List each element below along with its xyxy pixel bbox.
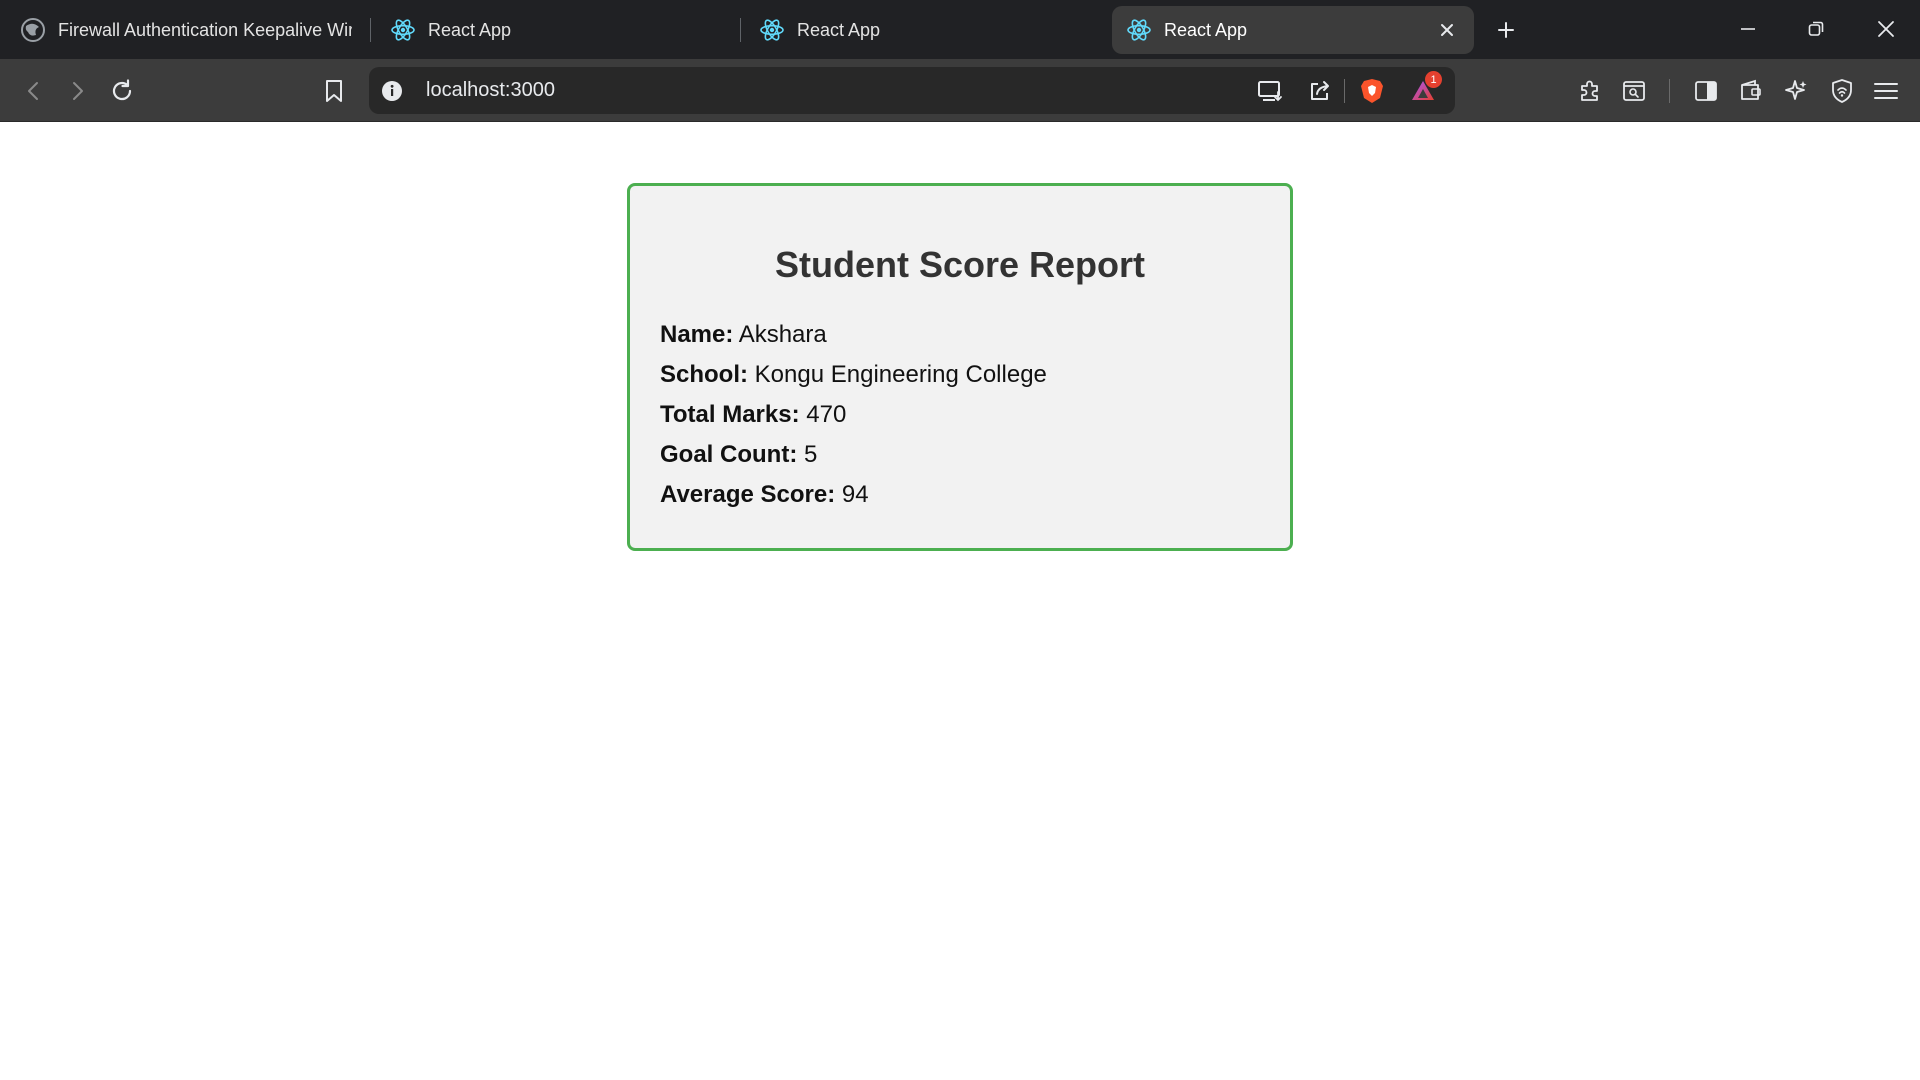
report-field-goal-count: Goal Count: 5 xyxy=(660,441,817,469)
sidebar-icon xyxy=(1695,81,1717,101)
globe-icon xyxy=(20,17,46,43)
plus-icon xyxy=(1498,22,1514,38)
minimize-button[interactable] xyxy=(1720,8,1776,50)
page-content: Student Score Report Name: Akshara Schoo… xyxy=(0,122,1920,1080)
report-field-total-marks: Total Marks: 470 xyxy=(660,401,846,429)
field-value: Kongu Engineering College xyxy=(754,361,1047,388)
leo-ai-button[interactable] xyxy=(1778,73,1814,109)
shield-icon xyxy=(1832,79,1852,103)
tab-react-app-1[interactable]: React App xyxy=(376,6,736,54)
restore-button[interactable] xyxy=(1788,8,1844,50)
forward-button[interactable] xyxy=(59,73,95,109)
url-text[interactable]: localhost:3000 xyxy=(426,79,555,102)
notification-badge: 1 xyxy=(1425,71,1442,88)
share-icon[interactable] xyxy=(1303,74,1337,108)
field-label: School: xyxy=(660,361,748,388)
tab-title: React App xyxy=(797,19,881,40)
tab-separator xyxy=(370,18,371,42)
tab-firewall-authentication[interactable]: Firewall Authentication Keepalive Wir xyxy=(6,6,366,54)
react-icon xyxy=(1126,17,1152,43)
bookmark-button[interactable] xyxy=(316,73,352,109)
wallet-button[interactable] xyxy=(1733,73,1769,109)
vpn-button[interactable] xyxy=(1824,73,1860,109)
tab-title: Firewall Authentication Keepalive Wir xyxy=(58,19,352,40)
omnibox-divider xyxy=(1344,79,1345,103)
field-label: Total Marks: xyxy=(660,401,800,428)
wallet-icon xyxy=(1741,79,1761,100)
field-label: Average Score: xyxy=(660,481,836,508)
close-tab-icon[interactable] xyxy=(1434,17,1460,43)
back-arrow-icon xyxy=(28,82,38,100)
reload-button[interactable] xyxy=(104,73,140,109)
address-bar[interactable]: localhost:3000 1 xyxy=(369,67,1455,114)
window-search-icon xyxy=(1623,81,1645,101)
main-menu-button[interactable] xyxy=(1868,73,1904,109)
report-title: Student Score Report xyxy=(774,244,1146,285)
sidebar-toggle-button[interactable] xyxy=(1688,73,1724,109)
tab-separator xyxy=(740,18,741,42)
puzzle-icon xyxy=(1581,80,1598,101)
extensions-button[interactable] xyxy=(1572,73,1608,109)
back-button[interactable] xyxy=(16,73,52,109)
forward-arrow-icon xyxy=(73,82,83,100)
bookmark-icon xyxy=(326,80,342,102)
react-icon xyxy=(759,17,785,43)
field-value: 94 xyxy=(841,481,869,508)
site-info-icon[interactable] xyxy=(375,74,409,108)
close-icon xyxy=(1878,21,1894,37)
brave-shields-icon[interactable] xyxy=(1355,74,1389,108)
brave-rewards-icon[interactable]: 1 xyxy=(1406,71,1442,108)
field-label: Name: xyxy=(660,321,734,348)
field-value: Akshara xyxy=(738,321,827,348)
browser-tab-strip: Firewall Authentication Keepalive Wir Re… xyxy=(0,0,1920,59)
restore-icon xyxy=(1808,21,1824,36)
field-label: Goal Count: xyxy=(660,441,798,468)
field-value: 470 xyxy=(806,401,847,428)
tab-react-app-active[interactable]: React App xyxy=(1112,6,1474,54)
tab-react-app-2[interactable]: React App xyxy=(745,6,1105,54)
react-icon xyxy=(390,17,416,43)
report-field-average-score: Average Score: 94 xyxy=(660,481,869,509)
minimize-icon xyxy=(1741,28,1755,30)
browser-toolbar: localhost:3000 1 xyxy=(0,59,1920,122)
toolbar-divider xyxy=(1669,79,1670,103)
new-tab-button[interactable] xyxy=(1490,16,1522,44)
hamburger-menu-icon xyxy=(1874,83,1898,99)
report-field-school: School: Kongu Engineering College xyxy=(660,361,1047,389)
student-report-card: Student Score Report Name: Akshara Schoo… xyxy=(627,183,1293,551)
sparkle-icon xyxy=(1785,80,1807,100)
cast-install-icon[interactable] xyxy=(1253,74,1287,108)
tab-title: React App xyxy=(1164,19,1248,40)
field-value: 5 xyxy=(803,441,818,468)
reload-icon xyxy=(112,79,132,101)
report-field-name: Name: Akshara xyxy=(660,321,827,349)
tab-title: React App xyxy=(428,19,512,40)
close-window-button[interactable] xyxy=(1858,8,1914,50)
page-search-button[interactable] xyxy=(1616,73,1652,109)
